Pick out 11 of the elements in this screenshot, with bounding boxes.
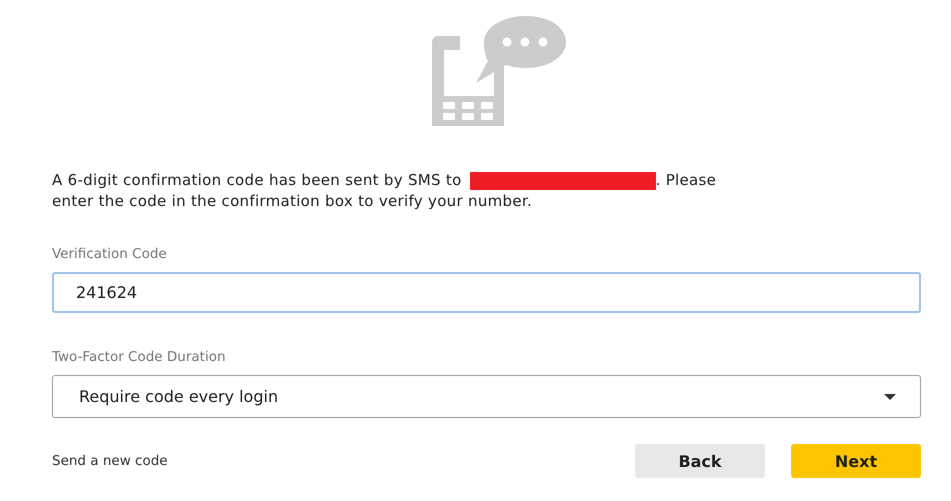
message-text: . Please [656,170,716,191]
verification-code-field[interactable]: 241624 [52,272,921,313]
field-label: Two-Factor Code Duration [52,349,227,365]
duration-dropdown[interactable]: Require code every login [52,375,921,418]
next-button[interactable]: Next [791,444,921,478]
back-button[interactable]: Back [635,444,765,478]
message-text: enter the code in the confirmation box to verify your number. [52,191,532,212]
field-label: Verification Code [52,246,168,262]
message-text: A 6-digit confirmation code has been sent by SMS to [52,170,462,191]
send-code-link[interactable]: Send a new code [52,453,168,469]
caret-icon [884,394,896,400]
